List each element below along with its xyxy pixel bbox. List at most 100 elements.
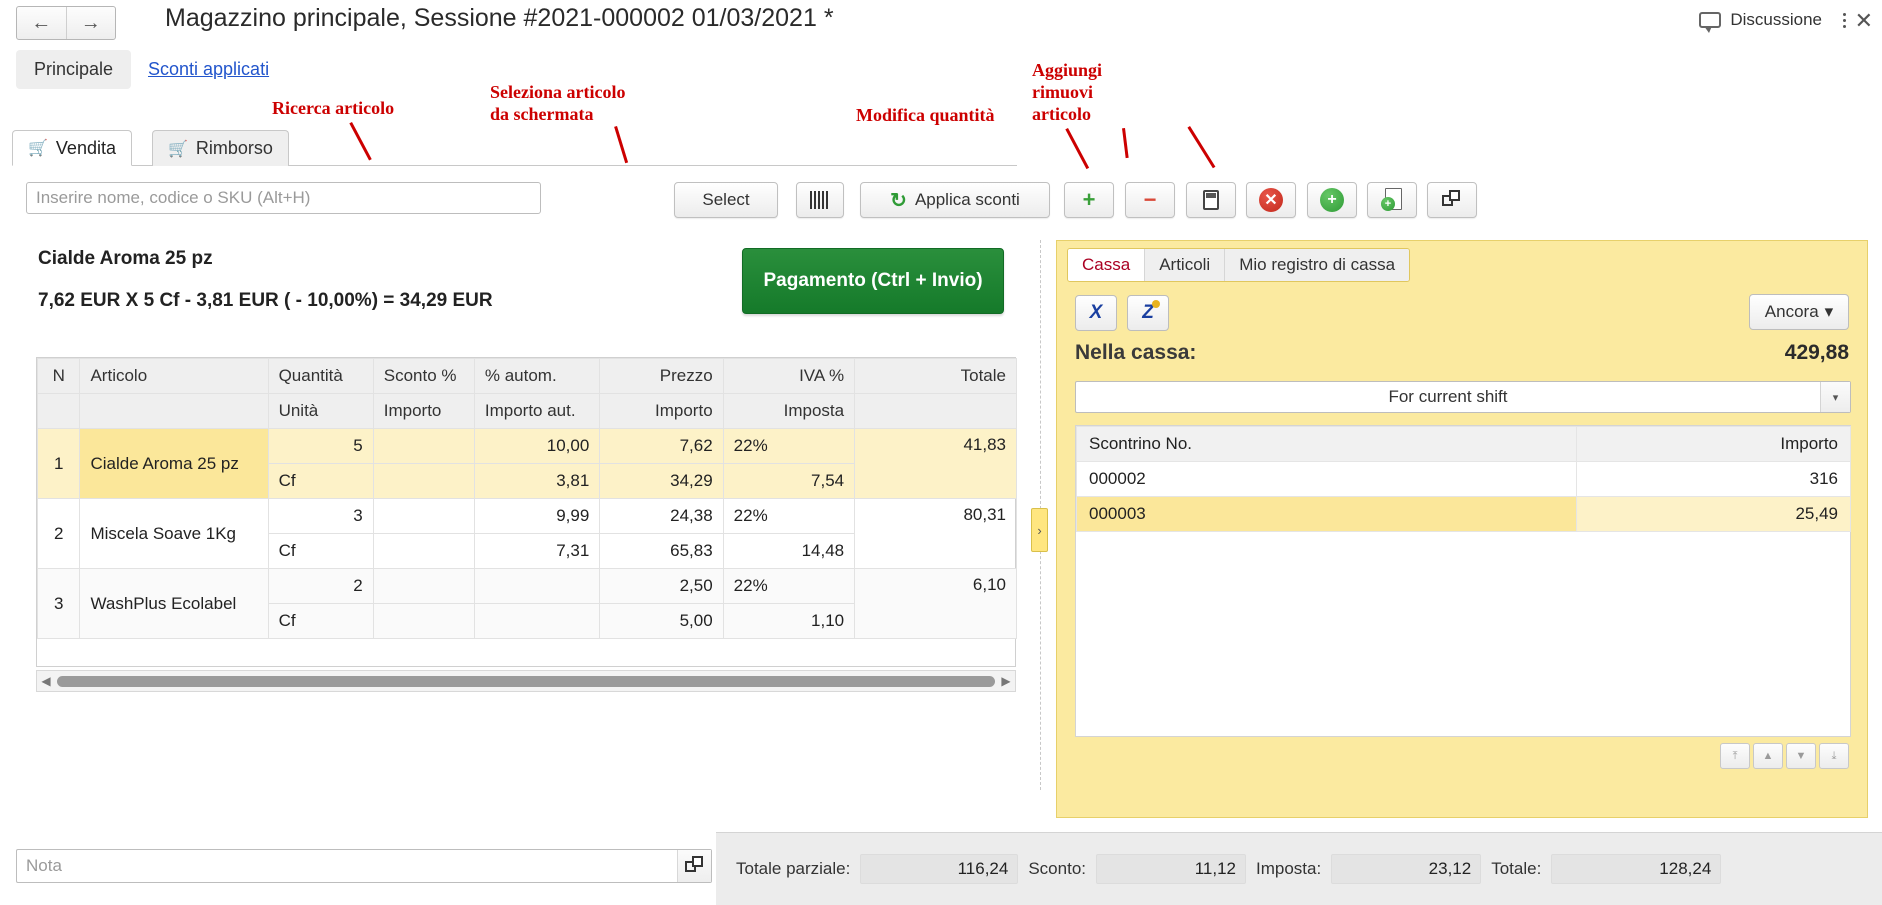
row-autom[interactable] xyxy=(473,568,601,604)
row-importo-sconto[interactable] xyxy=(372,603,475,639)
new-document-button[interactable]: + xyxy=(1367,182,1417,218)
calculator-button[interactable] xyxy=(1186,182,1236,218)
grid-horizontal-scrollbar[interactable]: ◀ ▶ xyxy=(36,670,1016,692)
grid-header-importo-aut[interactable]: Importo aut. xyxy=(473,393,601,429)
forward-icon[interactable]: → xyxy=(65,7,116,39)
table-row[interactable]: 3 WashPlus Ecolabel 2 2,50 22% 6,10 xyxy=(36,568,1017,639)
row-prezzo[interactable]: 7,62 xyxy=(599,428,724,464)
copy-icon xyxy=(1442,190,1462,210)
row-importo-aut[interactable]: 7,31 xyxy=(473,533,601,569)
decrease-quantity-button[interactable]: − xyxy=(1125,182,1175,218)
link-sconti-applicati[interactable]: Sconti applicati xyxy=(148,59,269,80)
excel-export-button[interactable]: X xyxy=(1075,295,1117,331)
row-iva[interactable]: 22% xyxy=(722,428,856,464)
row-imposta[interactable]: 14,48 xyxy=(722,533,856,569)
add-item-button[interactable]: + xyxy=(1307,182,1357,218)
tab-vendita[interactable]: 🛒 Vendita xyxy=(12,130,132,166)
row-importo-aut[interactable] xyxy=(473,603,601,639)
pos-application-window: ← → Magazzino principale, Sessione #2021… xyxy=(0,0,1882,905)
row-quantita[interactable]: 3 xyxy=(267,498,374,534)
row-importo-sconto[interactable] xyxy=(372,463,475,499)
receipts-header-scontrino[interactable]: Scontrino No. xyxy=(1076,426,1577,462)
close-icon[interactable]: ✕ xyxy=(1855,8,1873,34)
z-report-button[interactable]: Z xyxy=(1127,295,1169,331)
row-importo-aut[interactable]: 3,81 xyxy=(473,463,601,499)
next-page-icon[interactable]: ▼ xyxy=(1786,743,1816,769)
minus-icon: − xyxy=(1143,187,1157,212)
grid-header-imposta[interactable]: Imposta xyxy=(722,393,856,429)
row-sconto[interactable] xyxy=(372,568,475,604)
back-icon[interactable]: ← xyxy=(17,7,66,39)
row-importo[interactable]: 34,29 xyxy=(599,463,724,499)
row-sconto[interactable] xyxy=(372,428,475,464)
receipt-number: 000003 xyxy=(1076,496,1577,532)
row-prezzo[interactable]: 2,50 xyxy=(599,568,724,604)
grid-header-totale[interactable]: Totale xyxy=(854,358,1017,394)
grid-header-unita[interactable]: Unità xyxy=(267,393,374,429)
page-title: Magazzino principale, Sessione #2021-000… xyxy=(165,4,834,32)
row-importo[interactable]: 5,00 xyxy=(599,603,724,639)
discussion-button[interactable]: Discussione xyxy=(1699,10,1822,33)
list-item[interactable]: 000002 316 xyxy=(1076,461,1851,497)
discussion-label: Discussione xyxy=(1730,10,1822,29)
scroll-right-icon[interactable]: ▶ xyxy=(997,674,1015,688)
refund-cart-icon: 🛒 xyxy=(168,140,188,158)
row-imposta[interactable]: 1,10 xyxy=(722,603,856,639)
scrollbar-thumb[interactable] xyxy=(57,675,995,687)
row-number: 3 xyxy=(36,568,81,639)
chevron-down-icon[interactable]: ▾ xyxy=(1820,382,1850,412)
payment-button[interactable]: Pagamento (Ctrl + Invio) xyxy=(742,248,1004,314)
row-imposta[interactable]: 7,54 xyxy=(722,463,856,499)
grid-header-iva[interactable]: IVA % xyxy=(722,358,856,394)
table-row[interactable]: 2 Miscela Soave 1Kg 3 9,99 24,38 22% 80,… xyxy=(36,498,1017,569)
apply-discounts-label: Applica sconti xyxy=(914,190,1020,209)
grid-header-articolo[interactable]: Articolo xyxy=(79,358,269,394)
kebab-menu-icon[interactable] xyxy=(1843,10,1846,31)
tab-mio-registro-di-cassa[interactable]: Mio registro di cassa xyxy=(1225,249,1410,281)
tab-rimborso[interactable]: 🛒 Rimborso xyxy=(152,130,289,166)
last-page-icon[interactable]: ⤓ xyxy=(1819,743,1849,769)
first-page-icon[interactable]: ⤒ xyxy=(1720,743,1750,769)
note-input[interactable]: Nota xyxy=(16,849,712,883)
panel-splitter-handle[interactable]: › xyxy=(1031,508,1048,552)
increase-quantity-button[interactable]: + xyxy=(1064,182,1114,218)
more-actions-button[interactable]: Ancora ▾ xyxy=(1749,294,1849,330)
remove-item-button[interactable]: ✕ xyxy=(1246,182,1296,218)
annotation-seleziona-articolo-1: Seleziona articolo xyxy=(490,82,626,102)
grid-header-quantita[interactable]: Quantità xyxy=(267,358,374,394)
tab-principale[interactable]: Principale xyxy=(16,50,132,89)
copy-button[interactable] xyxy=(1427,182,1477,218)
grid-header-autom[interactable]: % autom. xyxy=(473,358,601,394)
grid-header-importo2[interactable]: Importo xyxy=(599,393,724,429)
grid-header-importo[interactable]: Importo xyxy=(372,393,475,429)
row-importo-sconto[interactable] xyxy=(372,533,475,569)
shift-selector[interactable]: For current shift ▾ xyxy=(1075,381,1851,413)
row-prezzo[interactable]: 24,38 xyxy=(599,498,724,534)
expand-icon[interactable] xyxy=(677,850,711,882)
row-autom[interactable]: 10,00 xyxy=(473,428,601,464)
table-row[interactable]: 1 Cialde Aroma 25 pz 5 10,00 7,62 22% 41… xyxy=(36,428,1017,499)
tab-articoli[interactable]: Articoli xyxy=(1145,249,1226,281)
row-quantita[interactable]: 2 xyxy=(267,568,374,604)
row-iva[interactable]: 22% xyxy=(722,568,856,604)
row-totale: 6,10 xyxy=(854,568,1017,639)
scroll-left-icon[interactable]: ◀ xyxy=(37,674,55,688)
row-autom[interactable]: 9,99 xyxy=(473,498,601,534)
select-button[interactable]: Select xyxy=(674,182,778,218)
barcode-scan-button[interactable] xyxy=(796,182,844,218)
receipts-header-importo[interactable]: Importo xyxy=(1576,426,1851,462)
grid-header-prezzo[interactable]: Prezzo xyxy=(599,358,724,394)
z-report-icon: Z xyxy=(1142,300,1160,323)
row-importo[interactable]: 65,83 xyxy=(599,533,724,569)
row-sconto[interactable] xyxy=(372,498,475,534)
remove-circle-icon: ✕ xyxy=(1259,188,1283,212)
grid-header-n[interactable]: N xyxy=(36,358,81,394)
search-input[interactable]: Inserire nome, codice o SKU (Alt+H) xyxy=(26,182,541,214)
row-quantita[interactable]: 5 xyxy=(267,428,374,464)
grid-header-sconto[interactable]: Sconto % xyxy=(372,358,475,394)
tab-cassa[interactable]: Cassa xyxy=(1068,249,1146,281)
apply-discounts-button[interactable]: ↻ Applica sconti xyxy=(860,182,1050,218)
row-iva[interactable]: 22% xyxy=(722,498,856,534)
list-item[interactable]: 000003 25,49 xyxy=(1076,496,1851,532)
previous-page-icon[interactable]: ▲ xyxy=(1753,743,1783,769)
